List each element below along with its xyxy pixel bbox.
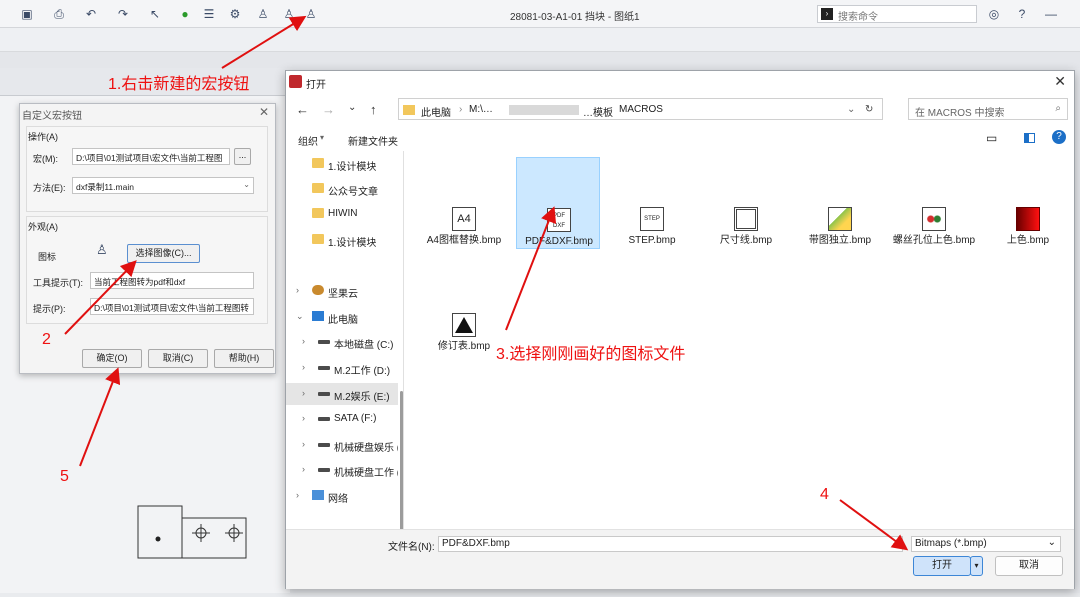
arrow-step5 — [79, 367, 121, 467]
arrow-step2 — [64, 260, 137, 335]
arrow-step1 — [221, 15, 307, 69]
arrow-step4 — [839, 499, 909, 551]
annotation-step2: 2 — [42, 331, 51, 348]
annotation-step5: 5 — [60, 468, 69, 485]
arrow-step3 — [505, 206, 557, 331]
annotation-step4: 4 — [820, 486, 829, 503]
annotation-step3: 3.选择刚刚画好的图标文件 — [496, 346, 686, 363]
annotation-step1: 1.右击新建的宏按钮 — [108, 76, 250, 93]
